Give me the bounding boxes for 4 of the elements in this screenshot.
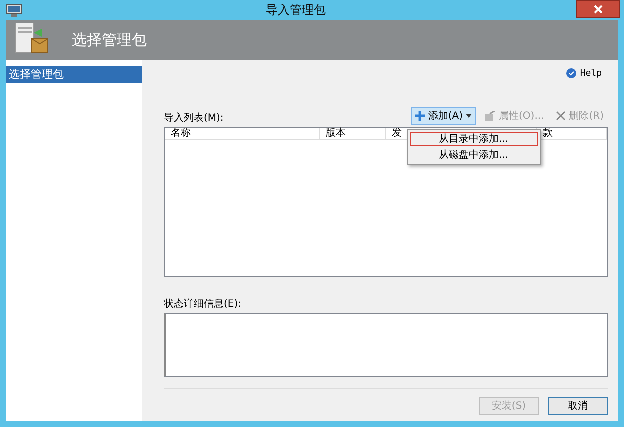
import-list-label: 导入列表(M): [164,112,224,125]
status-details-label: 状态详细信息(E): [164,298,242,311]
page-title: 选择管理包 [72,30,147,50]
window-title: 导入管理包 [265,2,327,18]
